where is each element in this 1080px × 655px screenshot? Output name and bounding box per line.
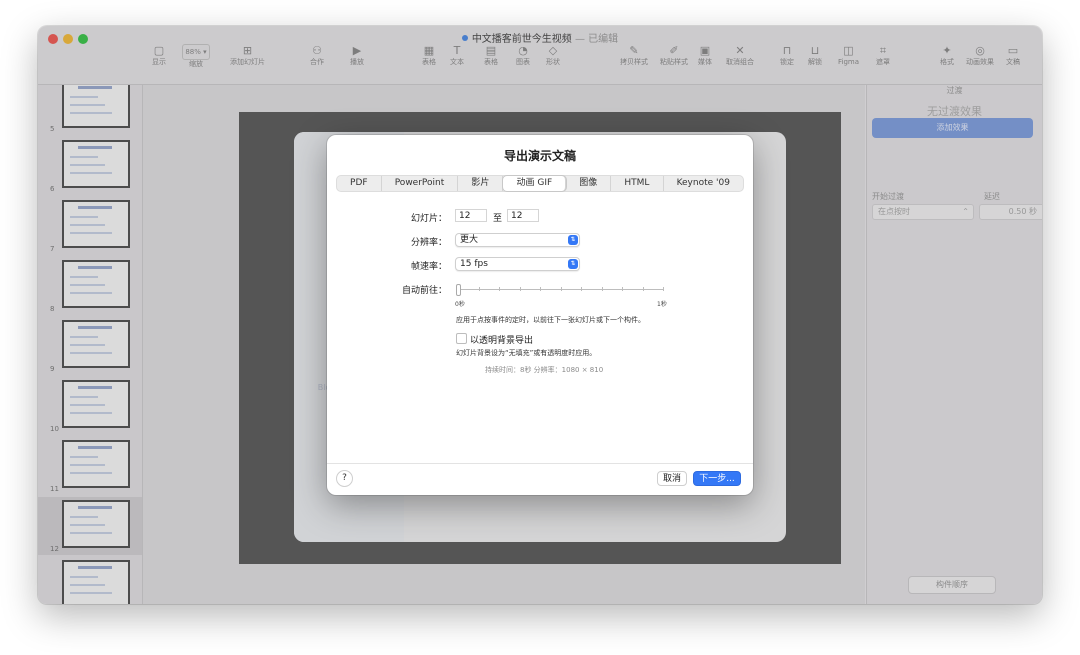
- slider-tick: [581, 287, 582, 291]
- slider-min-label: 0秒: [455, 301, 465, 308]
- export-dialog: 导出演示文稿 PDF PowerPoint 影片 动画 GIF 图像 HTML Keynot…: [327, 135, 753, 495]
- export-tab[interactable]: Keynote '09: [664, 176, 744, 191]
- export-tab[interactable]: HTML: [611, 176, 664, 191]
- slider-knob[interactable]: [456, 284, 461, 296]
- updown-chevron-icon: ⇅: [568, 259, 578, 269]
- slides-to-label: 至: [493, 214, 503, 224]
- slider-tick: [540, 287, 541, 291]
- framerate-value: 15 fps: [460, 259, 488, 269]
- slider-tick: [519, 287, 521, 291]
- export-tab[interactable]: 图像: [566, 176, 612, 191]
- export-tab[interactable]: PowerPoint: [382, 176, 459, 191]
- dialog-title: 导出演示文稿: [503, 149, 576, 163]
- slider-tick: [642, 287, 644, 291]
- export-tab[interactable]: 影片: [458, 176, 504, 191]
- transparent-background-note: 幻灯片背景设为“无填充”或有透明度时应用。: [456, 349, 597, 357]
- slides-from-field[interactable]: 12: [455, 209, 487, 222]
- transparent-background-checkbox[interactable]: [456, 333, 467, 344]
- slides-label: 幻灯片：: [410, 214, 447, 224]
- updown-chevron-icon: ⇅: [568, 235, 578, 245]
- next-button[interactable]: 下一步...: [693, 471, 741, 486]
- slider-tick: [478, 287, 480, 291]
- resolution-label: 分辨率：: [410, 238, 447, 248]
- cancel-button[interactable]: 取消: [657, 471, 687, 486]
- slider-max-label: 1秒: [657, 301, 667, 308]
- slider-tick: [560, 287, 562, 291]
- slider-tick: [622, 287, 623, 291]
- dialog-footer-divider: [327, 463, 753, 464]
- export-tab[interactable]: 动画 GIF: [503, 176, 567, 191]
- slider-tick: [663, 287, 664, 291]
- resolution-popup[interactable]: 更大 ⇅: [455, 233, 580, 247]
- slider-tick: [601, 287, 603, 291]
- export-tab[interactable]: PDF: [337, 176, 382, 191]
- slider-tick: [499, 287, 500, 291]
- help-button[interactable]: ?: [336, 470, 353, 487]
- transparent-background-label: 以透明背景导出: [470, 336, 534, 346]
- framerate-label: 帧速率：: [410, 262, 447, 272]
- export-summary: 持续时间：8秒 分辨率：1080 × 810: [485, 366, 604, 374]
- autoadvance-label: 自动前往：: [401, 286, 447, 296]
- framerate-popup[interactable]: 15 fps ⇅: [455, 257, 580, 271]
- export-format-tabs: PDF PowerPoint 影片 动画 GIF 图像 HTML Keynote '09: [336, 175, 744, 192]
- slides-to-field[interactable]: 12: [507, 209, 539, 222]
- resolution-value: 更大: [460, 235, 479, 245]
- autoadvance-note: 应用于点按事件的定时，以前往下一张幻灯片或下一个构件。: [456, 316, 645, 324]
